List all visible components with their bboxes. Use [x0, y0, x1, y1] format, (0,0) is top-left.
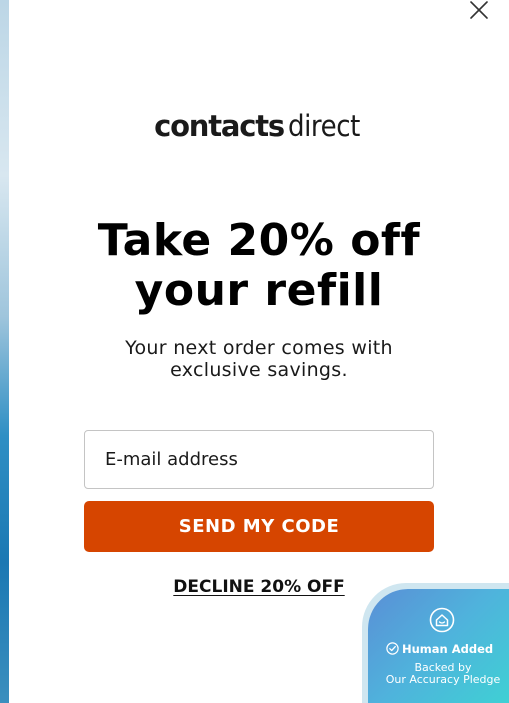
- email-field[interactable]: [84, 430, 434, 489]
- badge-subtitle-line-2: Our Accuracy Pledge: [385, 673, 501, 686]
- brand-logo: contacts direct: [9, 106, 509, 146]
- subheading: Your next order comes with exclusive sav…: [9, 337, 509, 381]
- badge-title-row: Human Added: [386, 642, 509, 657]
- badge-subtitle: Backed by Our Accuracy Pledge: [368, 662, 509, 686]
- send-code-button[interactable]: SEND MY CODE: [84, 501, 434, 552]
- home-shield-icon: [429, 607, 455, 633]
- headline-line-2: your refill: [134, 265, 384, 316]
- background-image-strip: [0, 0, 9, 703]
- logo-bold-text: contacts: [154, 109, 285, 143]
- page: contacts direct Take 20% off your refill …: [0, 0, 509, 703]
- subheading-line-2: exclusive savings.: [170, 359, 348, 381]
- logo-light-text: direct: [287, 109, 360, 143]
- close-button[interactable]: [467, 0, 491, 22]
- headline: Take 20% off your refill: [9, 216, 509, 316]
- accuracy-pledge-badge[interactable]: Human Added Backed by Our Accuracy Pledg…: [368, 589, 509, 703]
- headline-line-1: Take 20% off: [97, 215, 421, 266]
- badge-title: Human Added: [402, 642, 494, 656]
- subheading-line-1: Your next order comes with: [125, 337, 393, 359]
- close-icon: [470, 1, 488, 19]
- check-circle-icon: [386, 642, 399, 655]
